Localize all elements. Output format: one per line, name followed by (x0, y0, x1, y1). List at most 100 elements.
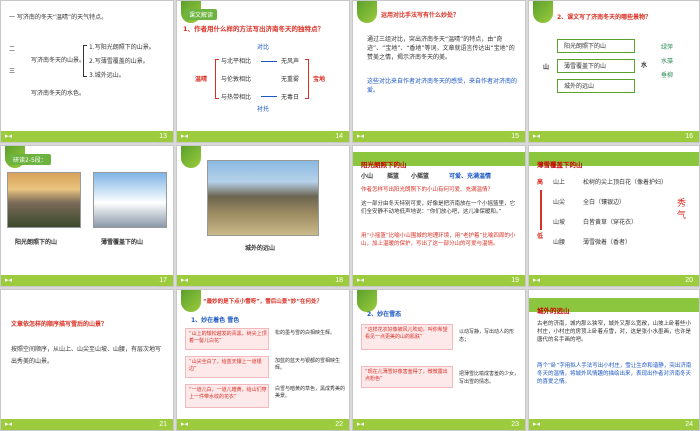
s15-nav-icon: ▸◂ (357, 132, 365, 140)
s15-page-number: 15 (511, 133, 519, 140)
slide-13[interactable]: 一 写济南的冬天“温晴”的天气特点。 二 三 写济南冬天的山景。 1.写阳光朗照… (0, 0, 174, 143)
s20-r3b: 白皆黄草（穿花衣） (583, 219, 638, 226)
s15-body2: 这些对比来自作者对济南冬天的感受，来自作者对济南的爱。 (367, 78, 518, 94)
s14-page-number: 14 (335, 133, 343, 140)
s22-r2: 加蓝的蓝天与银都的雪相映生辉。 (275, 358, 341, 371)
s14-row3: 与热带相比 (221, 94, 252, 101)
s13-brace (83, 45, 87, 77)
s18-cap: 城外的远山 (245, 245, 276, 252)
s13-page-number: 13 (159, 133, 167, 140)
s13-line1: 一 写济南的冬天“温晴”的天气特点。 (9, 14, 108, 21)
s23-footer: ▸◂ 23 (353, 419, 525, 430)
s18-page-number: 18 (335, 277, 343, 284)
slide-23[interactable]: 2、妙在雪态 “这样花衣好像被风儿吹动，叫你希望看见一点更美的山的肌肤” 以动写… (352, 289, 526, 431)
slide-15[interactable]: 运用对比手法写有什么妙处？ 通过三组对比，突出济南冬天“温晴”的特点，由“奇迹”… (352, 0, 526, 143)
s17-nav-icon: ▸◂ (5, 276, 13, 284)
s13-line3: 三 (9, 68, 16, 75)
s22-p1: “山上的矮松越发的青黑，树尖上顶着一髻儿白花” (185, 328, 269, 350)
s22-page-number: 22 (335, 421, 343, 428)
s15-leaf-icon (357, 1, 377, 23)
s20-r4b: 薄雪微着（香者） (583, 239, 632, 246)
s16-r3: 垂柳 (661, 72, 674, 79)
s13-line2: 二 (9, 46, 16, 53)
slide-21[interactable]: 文章依怎样的顺序描写雪后的山景？ 按照空间顺序，从山上、山尖至山坡、山腰，有层次… (0, 289, 174, 431)
s23-nav-icon: ▸◂ (357, 420, 365, 428)
s14-top: 对比 (257, 44, 270, 51)
s21-page-number: 21 (159, 421, 167, 428)
s19-note: 用“小摇篮”比喻小山围城的地理环境，用“老护着”比喻四周的小山，加上温暖的保护，… (361, 233, 516, 247)
s20-r1b: 松树的尖上顶白花（像着护妇） (583, 179, 668, 186)
slide-18[interactable]: 城外的远山 ▸◂ 18 (176, 145, 350, 287)
s20-footer: ▸◂ 20 (529, 275, 699, 286)
s24-nav-icon: ▸◂ (533, 420, 541, 428)
slide-14[interactable]: 课文解读 1、作者用什么样的方法写出济南冬天的独特点？ 对比 温晴 与北平相比 … (176, 0, 350, 143)
s16-left: 山 (543, 64, 550, 71)
s18-footer: ▸◂ 18 (177, 275, 349, 286)
s13-line6: 2.写薄雪覆盖的山景。 (89, 58, 149, 65)
s20-arrow (540, 190, 542, 230)
s24-body2: 两个“卧”字用拟人手法写出小村庄，雪让生命和谐静，突出济南冬天的温情，将城外风情… (537, 363, 692, 385)
s21-answer: 按照空间顺序，从山上、山尖至山坡、山腰，有层次地写出秀美的山景。 (11, 346, 162, 365)
s13-line8: 写济南冬天的水色。 (31, 90, 86, 97)
s14-row1: 与北平相比 (221, 58, 252, 65)
s23-r2: 把薄雪比喻成害羞的少女，写出雪的情态。 (459, 371, 520, 385)
s19-header: 阳光朗照下的山 (353, 152, 525, 169)
s17-tag: 研读2-5段： (9, 154, 51, 165)
slide-22[interactable]: “最妙的是下点小雪呀”，雪后山景“妙”在何处？ 1、妙在着色 雪色 “山上的矮松… (176, 289, 350, 431)
s21-footer: ▸◂ 21 (1, 419, 173, 430)
s15-footer: ▸◂ 15 (353, 131, 525, 142)
s22-r1: 松的墨与雪的白相映生辉。 (275, 330, 336, 336)
s18-photo-distant-mountain (207, 160, 319, 236)
s14-nav-icon: ▸◂ (181, 132, 189, 140)
slide-19[interactable]: 阳光朗照下的山 小山 摇篮 小摇篮 可爱、充满温情 作者怎样写出阳光朗照下的小山… (352, 145, 526, 287)
s19-body: 这一部分由冬天特别可爱，好像是把济南放在一个小摇篮里，它们全安静不动地低声地说：… (361, 201, 516, 215)
s21-question: 文章依怎样的顺序描写雪后的山景？ (11, 321, 108, 328)
s21-nav-icon: ▸◂ (5, 420, 13, 428)
s22-leaf-icon (181, 290, 201, 312)
s24-page-number: 24 (685, 421, 693, 428)
s13-line7: 3.城外远山。 (89, 72, 125, 79)
s22-tag: “最妙的是下点小雪呀”，雪后山景“妙”在何处？ (203, 299, 322, 305)
s23-sub: 2、妙在雪态 (367, 311, 402, 318)
s16-item3: 城外的远山 (557, 79, 635, 93)
s22-footer: ▸◂ 22 (177, 419, 349, 430)
s14-res1: 无风声 (281, 58, 300, 65)
s18-nav-icon: ▸◂ (181, 276, 189, 284)
s20-r1a: 山上 (553, 179, 566, 186)
s17-cap2: 薄雪覆盖下的山 (101, 239, 144, 246)
s16-item2: 薄雪覆盖下的山 (557, 59, 635, 73)
s20-nav-icon: ▸◂ (533, 276, 541, 284)
s13-nav-icon: ▸◂ (5, 132, 13, 140)
s20-right: 秀气 (677, 199, 687, 221)
s20-header: 薄雪覆盖下的山 (529, 152, 699, 169)
s24-footer: ▸◂ 24 (529, 419, 699, 430)
s19-line1a: 小山 (361, 173, 374, 180)
s15-body1: 通过三组对比，突出济南冬天“温晴”的特点，由“奇迹”、“宝地”、“香地”等词，文… (367, 36, 515, 61)
s15-title: 运用对比手法写有什么妙处？ (381, 12, 460, 19)
s17-footer: ▸◂ 17 (1, 275, 173, 286)
slide-20[interactable]: 薄雪覆盖下的山 高 低 山上 松树的尖上顶白花（像着护妇） 山尖 全白（镶银边）… (528, 145, 700, 287)
s14-res3: 无毒日 (281, 94, 300, 101)
s16-r2: 水藻 (661, 58, 674, 65)
s18-leaf-icon (181, 146, 201, 168)
s23-r1: 以动写静，写出动人的形态； (459, 329, 515, 343)
s19-line1d: 可爱、充满温情 (449, 173, 492, 180)
s14-res2: 无重雾 (281, 76, 300, 83)
s23-page-number: 23 (511, 421, 519, 428)
slide-17[interactable]: 研读2-5段： 阳光朗照下的山 薄雪覆盖下的山 ▸◂ 17 (0, 145, 174, 287)
slide-24[interactable]: 城外的远山 古老的济南，城内那么狭窄，城外又那么宽敞，山坡上卧着些小村庄，小村庄… (528, 289, 700, 431)
s17-page-number: 17 (159, 277, 167, 284)
s16-footer: ▸◂ 16 (529, 131, 699, 142)
s16-r1: 绿萍 (661, 44, 674, 51)
s13-line4: 写济南冬天的山景。 (31, 57, 86, 64)
s17-cap1: 阳光朗照下的山 (15, 239, 58, 246)
s20-page-number: 20 (685, 277, 693, 284)
s20-r4a: 山腰 (553, 239, 566, 246)
s13-footer: ▸◂ 13 (1, 131, 173, 142)
slide-16[interactable]: 2、课文写了济南冬天的哪些景物？ 山 阳光朗照下的山 薄雪覆盖下的山 城外的远山… (528, 0, 700, 143)
s14-tag: 课文解读 (185, 9, 218, 20)
s17-photo-snowy-mountain (93, 172, 167, 228)
s20-left-high: 高 (537, 179, 544, 186)
s16-leaf-icon (533, 1, 553, 23)
s16-title: 2、课文写了济南冬天的哪些景物？ (557, 14, 652, 21)
